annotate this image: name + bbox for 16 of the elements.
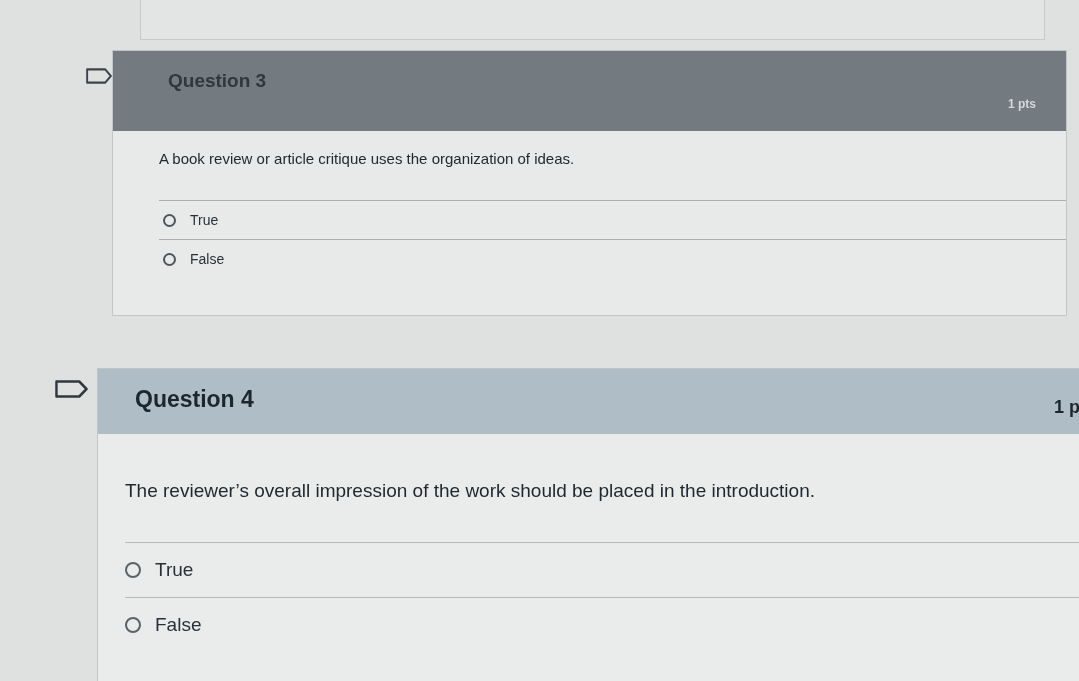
question-text: A book review or article critique uses the organization of ideas. [159, 150, 576, 168]
question-text: The reviewer’s overall impression of the work should be placed in the introduction. [125, 479, 816, 503]
question-title: Question 3 [168, 69, 267, 93]
points-label: 1 p [1054, 396, 1079, 419]
tag-icon[interactable] [55, 380, 88, 398]
radio-button[interactable] [125, 617, 141, 633]
radio-button[interactable] [163, 252, 176, 266]
radio-button[interactable] [125, 562, 141, 578]
points-label: 1 pts [1008, 96, 1036, 113]
answer-label[interactable]: False [190, 250, 225, 268]
radio-button[interactable] [163, 213, 176, 227]
answer-label[interactable]: True [190, 211, 219, 229]
question-title: Question 4 [135, 385, 254, 414]
tag-icon[interactable] [86, 68, 112, 84]
answer-label[interactable]: False [155, 613, 202, 637]
answer-label[interactable]: True [155, 558, 194, 582]
